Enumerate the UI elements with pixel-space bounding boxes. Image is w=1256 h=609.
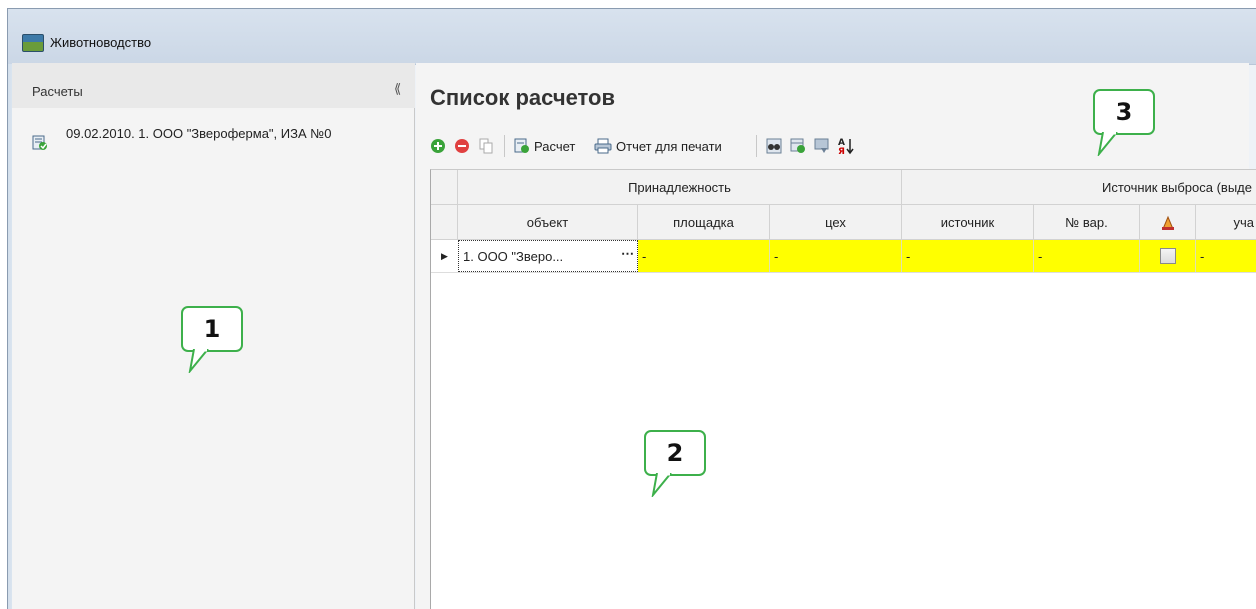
export-icon bbox=[814, 138, 829, 153]
add-icon bbox=[431, 139, 445, 153]
sort-az-icon: AЯ bbox=[838, 138, 854, 155]
calculation-doc-icon bbox=[32, 135, 47, 150]
callout-2-tail bbox=[651, 473, 672, 497]
ellipsis-button[interactable]: ⋯ bbox=[621, 246, 634, 262]
panel-title: Расчеты bbox=[32, 84, 83, 99]
print-report-label: Отчет для печати bbox=[616, 138, 722, 154]
callout-3: 3 bbox=[1093, 89, 1155, 135]
section-cell[interactable]: - bbox=[1196, 240, 1256, 272]
column-header-row: объект площадка цех источник № вар. уча bbox=[431, 205, 1256, 240]
column-header-section[interactable]: уча bbox=[1196, 205, 1256, 239]
column-header-source[interactable]: источник bbox=[902, 205, 1034, 239]
export-button[interactable] bbox=[814, 136, 830, 156]
calculate-icon bbox=[514, 138, 529, 153]
variant-cell[interactable]: - bbox=[1034, 240, 1140, 272]
collapse-panel-icon[interactable]: ⟪ bbox=[394, 81, 401, 97]
callout-1: 1 bbox=[181, 306, 243, 352]
shop-cell[interactable]: - bbox=[770, 240, 902, 272]
page-title: Список расчетов bbox=[430, 85, 616, 110]
object-cell-value: 1. ООО "Зверо... bbox=[463, 248, 564, 264]
column-header-variant[interactable]: № вар. bbox=[1034, 205, 1140, 239]
current-row-indicator-icon: ▶ bbox=[431, 240, 458, 272]
callout-3-tail bbox=[1097, 132, 1118, 156]
add-button[interactable] bbox=[430, 136, 446, 156]
binoculars-icon bbox=[766, 138, 782, 154]
calculation-item-label: 09.02.2010. 1. ООО "Звероферма", ИЗА №0 bbox=[66, 126, 332, 141]
svg-text:Я: Я bbox=[838, 147, 845, 155]
site-cell[interactable]: - bbox=[638, 240, 770, 272]
column-header-flag[interactable] bbox=[1140, 205, 1196, 239]
row-indicator-header bbox=[431, 170, 458, 204]
table-refresh-icon bbox=[790, 138, 805, 153]
callout-1-tail bbox=[188, 349, 209, 373]
printer-icon bbox=[594, 138, 612, 154]
calculate-button[interactable]: Расчет bbox=[514, 136, 575, 156]
flag-cell bbox=[1140, 240, 1196, 272]
app-logo-icon bbox=[22, 34, 44, 52]
calculations-grid: Принадлежность Источник выброса (выде об… bbox=[430, 169, 1256, 609]
object-cell[interactable]: 1. ООО "Зверо... ⋯ bbox=[458, 240, 638, 272]
copy-button[interactable] bbox=[478, 136, 494, 156]
panel-header: Расчеты ⟪ bbox=[12, 63, 415, 108]
print-report-button[interactable]: Отчет для печати bbox=[594, 136, 722, 156]
callout-2: 2 bbox=[644, 430, 706, 476]
column-header-shop[interactable]: цех bbox=[770, 205, 902, 239]
title-bar: Животноводство bbox=[8, 9, 1256, 65]
row-indicator-header bbox=[431, 205, 458, 239]
table-row[interactable]: ▶ 1. ООО "Зверо... ⋯ - - - - - bbox=[431, 240, 1256, 273]
factory-flag-icon bbox=[1161, 215, 1174, 230]
group-header-ownership[interactable]: Принадлежность bbox=[458, 170, 902, 204]
flag-checkbox[interactable] bbox=[1159, 248, 1176, 264]
group-header-emission-source[interactable]: Источник выброса (выде bbox=[902, 170, 1256, 204]
refresh-button[interactable] bbox=[790, 136, 806, 156]
sort-button[interactable]: AЯ bbox=[838, 136, 854, 156]
column-header-site[interactable]: площадка bbox=[638, 205, 770, 239]
find-button[interactable] bbox=[766, 136, 782, 156]
window-title: Животноводство bbox=[50, 35, 152, 50]
toolbar-separator bbox=[756, 135, 757, 157]
group-header-row: Принадлежность Источник выброса (выде bbox=[431, 170, 1256, 205]
column-header-object[interactable]: объект bbox=[458, 205, 638, 239]
copy-icon bbox=[479, 138, 493, 154]
toolbar-separator bbox=[504, 135, 505, 157]
source-cell[interactable]: - bbox=[902, 240, 1034, 272]
delete-button[interactable] bbox=[454, 136, 470, 156]
calculate-label: Расчет bbox=[534, 138, 576, 154]
calculation-item[interactable]: 09.02.2010. 1. ООО "Звероферма", ИЗА №0 bbox=[32, 123, 402, 163]
delete-icon bbox=[455, 139, 469, 153]
